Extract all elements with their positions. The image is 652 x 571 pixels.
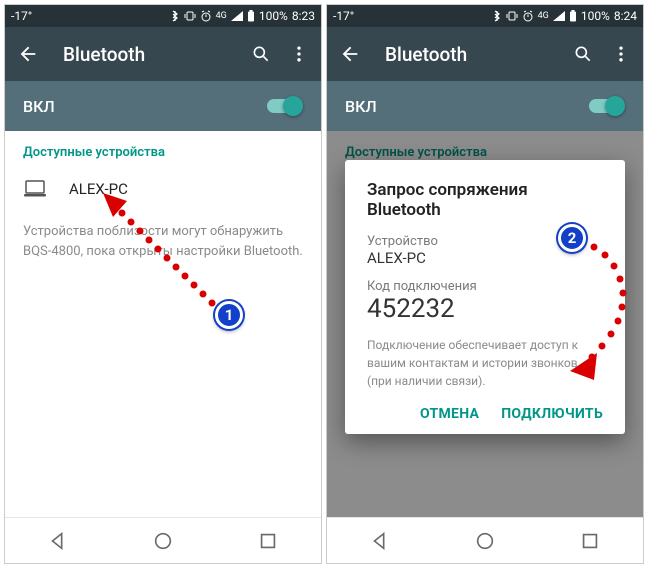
search-icon[interactable] xyxy=(251,44,271,64)
status-bar: -17° 4G 100% 8:23 xyxy=(5,5,321,27)
app-bar: Bluetooth xyxy=(327,27,643,81)
page-title: Bluetooth xyxy=(385,43,555,66)
clock: 8:23 xyxy=(292,9,315,23)
clock: 8:24 xyxy=(614,9,637,23)
nav-recent-icon[interactable] xyxy=(257,530,279,552)
pairing-code: 452232 xyxy=(367,294,603,324)
laptop-icon xyxy=(23,180,47,198)
battery-pct: 100% xyxy=(259,9,288,23)
annotation-badge-1: 1 xyxy=(215,301,243,329)
pairing-dialog: Запрос сопряжения Bluetooth Устройство A… xyxy=(345,160,625,434)
device-list-item[interactable]: ALEX-PC xyxy=(23,174,303,204)
visibility-note: Устройства поблизости могут обнаружить B… xyxy=(23,222,303,261)
nav-home-icon[interactable] xyxy=(474,530,496,552)
nav-bar xyxy=(327,517,643,563)
nav-back-icon[interactable] xyxy=(47,530,69,552)
battery-icon xyxy=(569,10,577,22)
device-name: ALEX-PC xyxy=(69,180,128,198)
app-bar: Bluetooth xyxy=(5,27,321,81)
temp-indicator: -17° xyxy=(11,9,32,23)
back-icon[interactable] xyxy=(17,43,39,65)
bluetooth-toggle-row: ВКЛ xyxy=(5,81,321,131)
nav-recent-icon[interactable] xyxy=(579,530,601,552)
more-icon[interactable] xyxy=(289,44,309,64)
signal-icon xyxy=(553,11,565,21)
vibrate-icon xyxy=(506,10,518,22)
net-indicator: 4G xyxy=(538,11,549,21)
battery-icon xyxy=(247,10,255,22)
code-label: Код подключения xyxy=(367,279,603,294)
search-icon[interactable] xyxy=(573,44,593,64)
bluetooth-status-icon xyxy=(170,10,180,22)
toggle-label: ВКЛ xyxy=(23,97,55,116)
cancel-button[interactable]: ОТМЕНА xyxy=(420,406,479,422)
available-devices-header: Доступные устройства xyxy=(345,145,625,160)
signal-icon xyxy=(231,11,243,21)
annotation-badge-2: 2 xyxy=(558,224,586,252)
bluetooth-toggle-row: ВКЛ xyxy=(327,81,643,131)
toggle-label: ВКЛ xyxy=(345,97,377,116)
nav-bar xyxy=(5,517,321,563)
bluetooth-switch[interactable] xyxy=(587,96,625,116)
dialog-title: Запрос сопряжения Bluetooth xyxy=(367,180,603,220)
phone-screenshot-2: -17° 4G 100% 8:24 Bluetooth ВКЛ Доступны… xyxy=(326,4,644,564)
vibrate-icon xyxy=(184,10,196,22)
phone-screenshot-1: -17° 4G 100% 8:23 Bluetooth ВКЛ Доступны… xyxy=(4,4,322,564)
alarm-icon xyxy=(200,10,212,22)
device-name: ALEX-PC xyxy=(367,249,603,267)
battery-pct: 100% xyxy=(581,9,610,23)
nav-back-icon[interactable] xyxy=(369,530,391,552)
content-area: Доступные устройства ALEX-PC Устройства … xyxy=(5,131,321,275)
alarm-icon xyxy=(522,10,534,22)
nav-home-icon[interactable] xyxy=(152,530,174,552)
bluetooth-switch[interactable] xyxy=(265,96,303,116)
dialog-note: Подключение обеспечивает доступ к вашим … xyxy=(367,336,603,390)
confirm-button[interactable]: ПОДКЛЮЧИТЬ xyxy=(501,406,603,422)
back-icon[interactable] xyxy=(339,43,361,65)
net-indicator: 4G xyxy=(216,11,227,21)
more-icon[interactable] xyxy=(611,44,631,64)
status-bar: -17° 4G 100% 8:24 xyxy=(327,5,643,27)
available-devices-header: Доступные устройства xyxy=(23,145,303,160)
page-title: Bluetooth xyxy=(63,43,233,66)
temp-indicator: -17° xyxy=(333,9,354,23)
bluetooth-status-icon xyxy=(492,10,502,22)
